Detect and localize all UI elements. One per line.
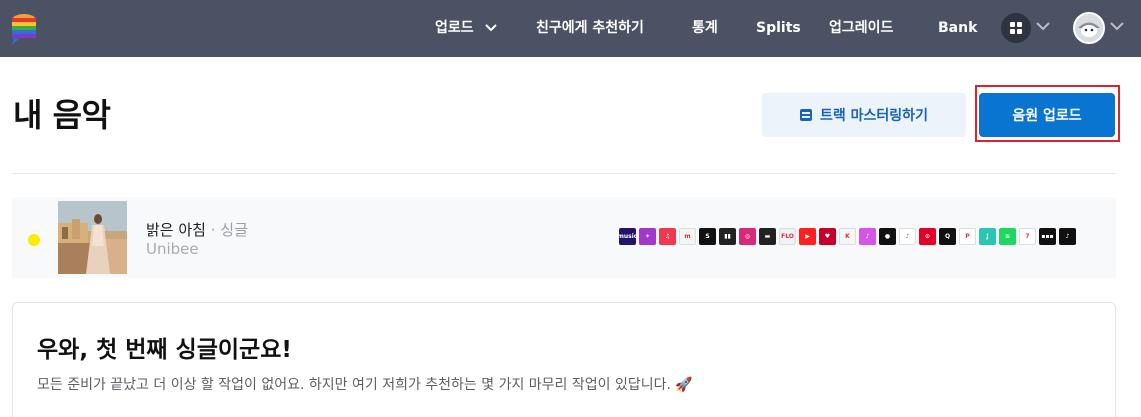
genie-icon[interactable]: ▬ <box>759 228 776 245</box>
master-track-button[interactable]: 트랙 마스터링하기 <box>762 93 966 137</box>
chevron-down-icon[interactable] <box>1110 22 1124 31</box>
tiktok-icon[interactable]: ♪ <box>1059 228 1076 245</box>
release-list-item[interactable]: 밝은 아침 · 싱글 Unibee music ✦ ♫ m S ▮▮ ◎ ▬ FLO ▶ ♥ K ♪ ● ♪… <box>12 197 1116 278</box>
nav-stats-link[interactable]: 통계 <box>692 18 718 38</box>
apple-music-icon[interactable]: ♫ <box>659 228 676 245</box>
amazon-music-icon[interactable]: music <box>619 228 636 245</box>
iheart-icon[interactable]: ♥ <box>819 228 836 245</box>
nav-bank-link[interactable]: Bank <box>938 18 977 38</box>
qq-music-icon[interactable]: ♪ <box>899 228 916 245</box>
nav-splits-link[interactable]: Splits <box>756 18 801 38</box>
mastering-icon <box>800 109 813 121</box>
first-single-card: 우와, 첫 번째 싱글이군요! 모든 준비가 끝났고 더 이상 할 작업이 없어… <box>12 302 1116 417</box>
qobuz-icon[interactable]: Q <box>939 228 956 245</box>
store-icons-list: music ✦ ♫ m S ▮▮ ◎ ▬ FLO ▶ ♥ K ♪ ● ♪ ⊙ Q P J ≋ 7 ▪▪▪ ♪ <box>619 228 1076 245</box>
apps-grid-button[interactable] <box>1001 13 1031 43</box>
shazam-icon[interactable]: S <box>699 228 716 245</box>
release-type: · 싱글 <box>210 221 248 239</box>
user-avatar-icon <box>1075 14 1103 42</box>
master-track-label: 트랙 마스터링하기 <box>820 108 928 124</box>
page-title: 내 음악 <box>13 96 111 134</box>
pandora-icon[interactable]: P <box>959 228 976 245</box>
nav-upload-label: 업로드 <box>435 20 474 36</box>
distrokid-logo-icon[interactable] <box>10 12 38 46</box>
anghami-icon[interactable]: ✦ <box>639 228 656 245</box>
itunes-icon[interactable]: ♪ <box>859 228 876 245</box>
nav-recommend-link[interactable]: 친구에게 추천하기 <box>536 18 644 38</box>
chevron-down-icon[interactable] <box>1036 22 1050 31</box>
upload-music-label: 음원 업로드 <box>1012 108 1082 124</box>
section-divider <box>12 173 1116 174</box>
status-indicator-dot <box>28 234 40 246</box>
chevron-down-icon <box>484 24 497 32</box>
nav-upgrade-link[interactable]: 업그레이드 <box>829 18 893 38</box>
instagram-icon[interactable]: ◎ <box>739 228 756 245</box>
release-title: 밝은 아침 <box>146 221 206 239</box>
napster-icon[interactable]: ▪▪▪ <box>1039 228 1056 245</box>
grid-icon <box>1010 22 1015 27</box>
melon-icon[interactable]: m <box>679 228 696 245</box>
cover-art-icon <box>58 201 127 274</box>
album-cover-image[interactable] <box>58 201 127 274</box>
avatar[interactable] <box>1073 12 1105 44</box>
kkbox-icon[interactable]: K <box>839 228 856 245</box>
audiomack-icon[interactable]: ● <box>879 228 896 245</box>
card-title: 우와, 첫 번째 싱글이군요! <box>37 337 292 363</box>
top-navigation-bar: 업로드 친구에게 추천하기 통계 Splits 업그레이드 Bank <box>0 0 1141 57</box>
release-title-line: 밝은 아침 · 싱글 <box>146 219 248 240</box>
netease-icon[interactable]: ⊙ <box>919 228 936 245</box>
jiosaavn-icon[interactable]: J <box>979 228 996 245</box>
tidal-icon[interactable]: 7 <box>1019 228 1036 245</box>
release-artist: Unibee <box>146 240 199 258</box>
deezer-icon[interactable]: ▮▮ <box>719 228 736 245</box>
nav-upload-menu[interactable]: 업로드 <box>435 18 497 38</box>
youtube-music-icon[interactable]: ▶ <box>799 228 816 245</box>
flo-icon[interactable]: FLO <box>779 228 796 245</box>
upload-music-button[interactable]: 음원 업로드 <box>979 93 1115 137</box>
spotify-icon[interactable]: ≋ <box>999 228 1016 245</box>
card-description: 모든 준비가 끝났고 더 이상 할 작업이 없어요. 하지만 여기 저희가 추천… <box>37 377 693 393</box>
